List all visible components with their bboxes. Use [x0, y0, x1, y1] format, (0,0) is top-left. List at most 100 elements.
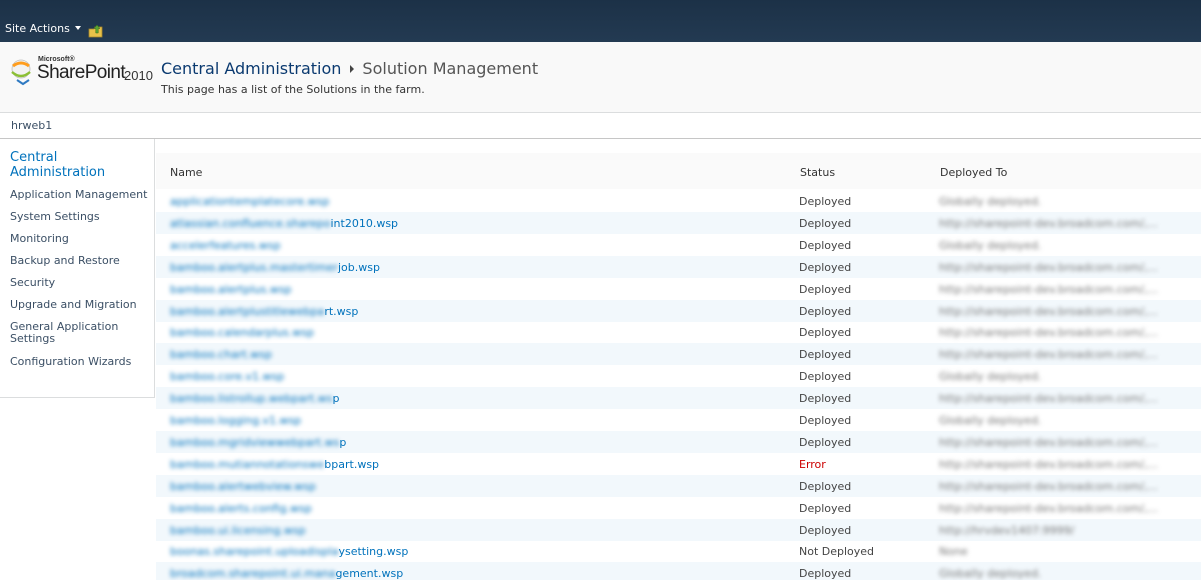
- solution-name-obscured: bamboo.mutiannotationswe: [170, 457, 325, 471]
- status-cell: Deployed: [799, 435, 852, 449]
- solution-name-obscured: bamboo.logging.v1.wsp: [170, 414, 302, 427]
- table-row[interactable]: bamboo.listrollup.webpart.wsp Deployed htt…: [156, 387, 1201, 410]
- table-row[interactable]: bamboo.core.v1.wsp Deployed Globally deplo…: [156, 365, 1201, 387]
- solution-name-obscured: bamboo.core.v1.wsp: [170, 370, 285, 384]
- deployed-to-cell: http://sharepoint-dev.broadcom.com/,...: [939, 260, 1159, 274]
- table-row[interactable]: boonas.sharepoint.uploadisplaysetting.ws…: [156, 540, 1201, 562]
- deployed-to-cell: http://sharepoint-dev.broadcom.com/,...: [939, 304, 1159, 318]
- deployed-to-cell: http://sharepoint-dev.broadcom.com/,...: [939, 282, 1159, 296]
- solution-name-link[interactable]: bamboo.listrollup.webpart.wsp: [170, 392, 339, 405]
- solution-name-link[interactable]: bamboo.core.v1.wsp: [170, 370, 284, 383]
- table-row[interactable]: bamboo.mgridviewwebpart.wsp Deployed http:…: [156, 430, 1201, 453]
- table-row[interactable]: bamboo.alertplus.wsp Deployed http://share…: [156, 278, 1201, 300]
- solution-name-text: p: [339, 435, 347, 449]
- sidebar-item-configuration-wizards[interactable]: Configuration Wizards: [10, 356, 152, 368]
- sidebar-item-general-application-settings[interactable]: General Application Settings: [10, 321, 152, 345]
- sidebar-item-system-settings[interactable]: System Settings: [10, 211, 152, 223]
- solution-name-link[interactable]: bamboo.logging.v1.wsp: [170, 414, 301, 427]
- status-cell: Deployed: [799, 216, 852, 230]
- sidebar-item-upgrade-and-migration[interactable]: Upgrade and Migration: [10, 299, 152, 311]
- solution-name-obscured: accelerfeatures.wsp: [170, 238, 281, 252]
- deployed-to-cell: None: [939, 545, 968, 559]
- tab-hrweb1[interactable]: hrweb1: [11, 119, 52, 132]
- sharepoint-logo[interactable]: Microsoft® SharePoint 2010: [9, 56, 154, 92]
- solution-name-text: job.wsp: [338, 260, 380, 274]
- ribbon-bar: Site Actions: [0, 0, 1201, 42]
- solution-name-link[interactable]: bamboo.calendarplus.wsp: [170, 326, 314, 339]
- sidebar-item-monitoring[interactable]: Monitoring: [10, 233, 152, 245]
- solution-name-link[interactable]: applicationtemplatecore.wsp: [170, 195, 329, 208]
- sidebar-item-application-management[interactable]: Application Management: [10, 189, 152, 201]
- solution-name-obscured: bamboo.alerts.config.wsp: [170, 501, 312, 515]
- status-cell: Deployed: [799, 392, 852, 406]
- title-area: Microsoft® SharePoint 2010 Central Admin…: [0, 42, 1201, 113]
- table-row[interactable]: broadcom.sharepoint.ui.management.wsp Dep…: [156, 562, 1201, 580]
- deployed-to-cell: http://sharepoint-dev.broadcom.com/,...: [939, 435, 1159, 449]
- table-row[interactable]: accelerfeatures.wsp Deployed Globally depl…: [156, 234, 1201, 256]
- table-row[interactable]: bamboo.alertplus.mastertimerjob.wsp Deplo…: [156, 255, 1201, 278]
- solution-name-link[interactable]: bamboo.alertplus.mastertimerjob.wsp: [170, 261, 380, 274]
- solution-name-obscured: bamboo.alertplustitlewebpa: [170, 304, 325, 318]
- solution-name-link[interactable]: atlassian.confluence.sharepoint2010.wsp: [170, 217, 398, 230]
- solution-name-obscured: bamboo.alertplus.wsp: [170, 282, 292, 296]
- solution-name-obscured: bamboo.alertplus.mastertimer: [170, 260, 338, 274]
- table-row[interactable]: bamboo.alerts.config.wsp Deployed http://s…: [156, 497, 1201, 519]
- table-row[interactable]: bamboo.alertplustitlewebpart.wsp Deployed…: [156, 299, 1201, 322]
- status-cell: Deployed: [799, 501, 852, 515]
- logo-product: SharePoint: [37, 62, 126, 83]
- column-header-name[interactable]: Name: [170, 166, 202, 179]
- solution-name-link[interactable]: bamboo.chart.wsp: [170, 348, 272, 361]
- table-row[interactable]: applicationtemplatecore.wsp Deployed Globa…: [156, 190, 1201, 212]
- breadcrumb-arrow-icon: [350, 64, 355, 73]
- solution-name-obscured: bamboo.mgridviewwebpart.ws: [170, 435, 340, 449]
- status-cell: Deployed: [799, 348, 852, 362]
- status-cell: Deployed: [799, 304, 852, 318]
- solution-name-obscured: applicationtemplatecore.wsp: [170, 195, 330, 208]
- solution-name-text: gement.wsp: [335, 567, 404, 580]
- solution-name-link[interactable]: bamboo.ui.licensing.wsp: [170, 524, 306, 537]
- solution-name-link[interactable]: broadcom.sharepoint.ui.management.wsp: [170, 567, 403, 580]
- solution-name-link[interactable]: bamboo.mutiannotationswebpart.wsp: [170, 458, 379, 471]
- solution-name-text: rt.wsp: [324, 304, 359, 318]
- column-header-deployed-to[interactable]: Deployed To: [940, 166, 1007, 179]
- solution-name-link[interactable]: bamboo.alerts.config.wsp: [170, 502, 312, 515]
- table-row[interactable]: bamboo.chart.wsp Deployed http://sharepoin…: [156, 343, 1201, 366]
- table-row[interactable]: bamboo.alertwebview.wsp Deployed http://sh…: [156, 474, 1201, 497]
- solution-name-link[interactable]: bamboo.alertplustitlewebpart.wsp: [170, 305, 358, 318]
- deployed-to-cell: Globally deployed.: [939, 414, 1042, 427]
- status-cell: Deployed: [799, 567, 852, 580]
- table-header: Name Status Deployed To: [156, 153, 1201, 189]
- status-cell: Not Deployed: [799, 545, 875, 559]
- solution-name-obscured: bamboo.alertwebview.wsp: [170, 479, 316, 493]
- solution-name-link[interactable]: boonas.sharepoint.uploadisplaysetting.ws…: [170, 545, 408, 558]
- breadcrumb-central-administration[interactable]: Central Administration: [161, 59, 341, 78]
- solution-name-obscured: boonas.sharepoint.uploadispla: [170, 545, 339, 559]
- navigate-up-icon[interactable]: [88, 24, 104, 38]
- deployed-to-cell: http://sharepoint-dev.broadcom.com/,...: [939, 348, 1159, 362]
- solution-name-link[interactable]: bamboo.alertplus.wsp: [170, 283, 292, 296]
- breadcrumb: Central Administration Solution Managemen…: [161, 59, 538, 78]
- table-row[interactable]: atlassian.confluence.sharepoint2010.wsp D…: [156, 211, 1201, 234]
- deployed-to-cell: Globally deployed.: [939, 195, 1042, 208]
- deployed-to-cell: http://sharepoint-dev.broadcom.com/,...: [939, 326, 1159, 340]
- column-header-status[interactable]: Status: [800, 166, 835, 179]
- table-row[interactable]: bamboo.logging.v1.wsp Deployed Globally de…: [156, 409, 1201, 431]
- solution-name-link[interactable]: bamboo.mgridviewwebpart.wsp: [170, 436, 346, 449]
- table-row[interactable]: bamboo.calendarplus.wsp Deployed http://sh…: [156, 321, 1201, 343]
- site-actions-menu[interactable]: Site Actions: [5, 22, 81, 35]
- table-row[interactable]: bamboo.ui.licensing.wsp Deployed http://hr…: [156, 518, 1201, 541]
- page-title: Solution Management: [362, 59, 539, 78]
- sidebar-item-backup-and-restore[interactable]: Backup and Restore: [10, 255, 152, 267]
- solution-name-obscured: bamboo.ui.licensing.wsp: [170, 523, 306, 537]
- solution-name-text: bpart.wsp: [324, 457, 380, 471]
- solution-name-link[interactable]: bamboo.alertwebview.wsp: [170, 480, 316, 493]
- sidebar-item-security[interactable]: Security: [10, 277, 152, 289]
- logo-year: 2010: [124, 68, 153, 83]
- status-cell: Deployed: [799, 370, 852, 384]
- sidebar-heading-central-administration[interactable]: Central Administration: [10, 150, 150, 180]
- solution-name-obscured: broadcom.sharepoint.ui.mana: [170, 567, 336, 580]
- solution-name-obscured: atlassian.confluence.sharepo: [170, 216, 331, 230]
- solution-name-link[interactable]: accelerfeatures.wsp: [170, 239, 281, 252]
- table-row[interactable]: bamboo.mutiannotationswebpart.wsp Error ht…: [156, 453, 1201, 475]
- deployed-to-cell: http://sharepoint-dev.broadcom.com/,...: [939, 392, 1159, 406]
